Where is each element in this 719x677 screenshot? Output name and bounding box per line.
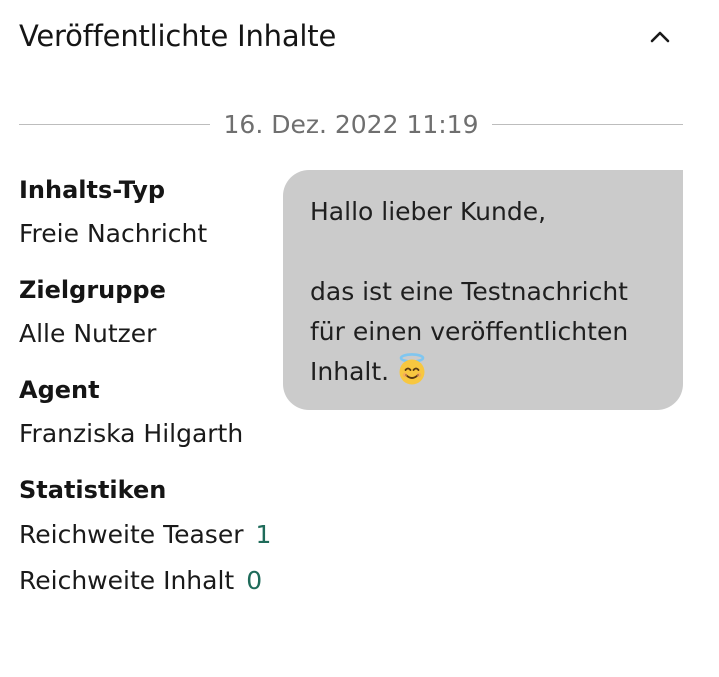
stat-label: Reichweite Teaser [19, 520, 244, 549]
collapse-button[interactable] [647, 24, 673, 50]
message-bubble: Hallo lieber Kunde, das ist eine Testnac… [283, 170, 683, 410]
agent-label: Agent [19, 376, 100, 404]
smiling-face-with-halo-emoji [395, 352, 429, 398]
stat-row-teaser: Reichweite Teaser 1 [19, 512, 289, 558]
separator-line-left [19, 123, 210, 125]
stat-value: 1 [255, 520, 272, 549]
section-header: Veröffentlichte Inhalte [19, 14, 683, 58]
audience-value: Alle Nutzer [19, 319, 157, 348]
message-body: das ist eine Testnachricht für einen ver… [310, 272, 656, 398]
separator-line-right [492, 123, 683, 125]
stat-row-content: Reichweite Inhalt 0 [19, 558, 289, 604]
message-greeting: Hallo lieber Kunde, [310, 197, 547, 226]
section-title: Veröffentlichte Inhalte [19, 19, 337, 53]
chevron-up-icon [650, 31, 670, 43]
stat-value: 0 [246, 566, 263, 595]
content-meta: Inhalts-Typ Freie Nachricht Zielgruppe A… [19, 168, 289, 604]
content-type-label: Inhalts-Typ [19, 176, 166, 204]
publish-date: 16. Dez. 2022 11:19 [223, 109, 479, 139]
statistics-label: Statistiken [19, 476, 167, 504]
stat-label: Reichweite Inhalt [19, 566, 235, 595]
content-type-value: Freie Nachricht [19, 219, 208, 248]
date-separator: 16. Dez. 2022 11:19 [19, 104, 683, 144]
audience-label: Zielgruppe [19, 276, 166, 304]
agent-value: Franziska Hilgarth [19, 419, 244, 448]
